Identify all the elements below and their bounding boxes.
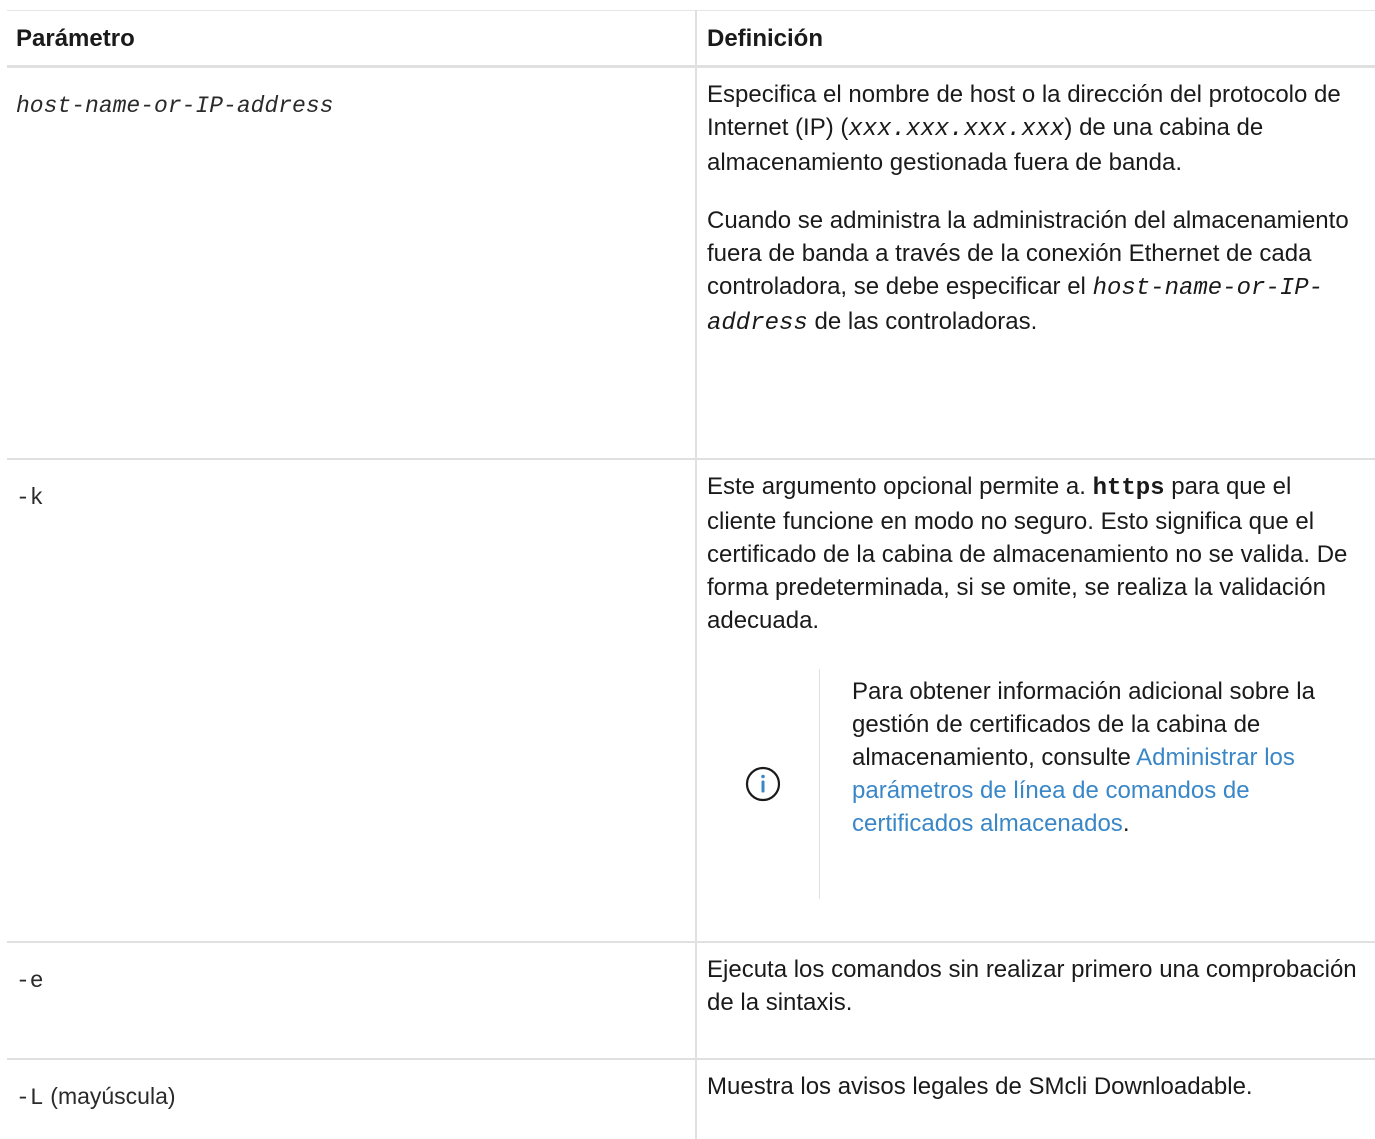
param-cell: -L (mayúscula): [7, 1059, 696, 1139]
note-divider: [819, 668, 820, 899]
inline-code: xxx.xxx.xxx.xxx: [848, 116, 1065, 143]
table-row: -e Ejecuta los comandos sin realizar pri…: [7, 941, 1375, 1060]
param-name: -e: [16, 967, 44, 994]
param-code: -L: [16, 1084, 44, 1111]
note-icon-container: [707, 669, 819, 899]
header-param: Parámetro: [7, 10, 696, 68]
definition-paragraph: Especifica el nombre de host o la direcc…: [707, 78, 1365, 179]
header-definition: Definición: [695, 10, 1375, 68]
note-end: .: [1122, 809, 1130, 837]
table-row: host-name-or-IP-address Especifica el no…: [7, 66, 1375, 460]
info-note: Para obtener información adicional sobre…: [707, 668, 1365, 899]
definition-cell: Muestra los avisos legales de SMcli Down…: [695, 1058, 1375, 1139]
param-cell: -e: [7, 941, 696, 1060]
definition-text: Este argumento opcional permite a.: [707, 472, 1086, 500]
inline-code: https: [1092, 474, 1165, 502]
note-text: Para obtener información adicional sobre…: [852, 669, 1322, 899]
definition-text: Muestra los avisos legales de SMcli Down…: [707, 1072, 1253, 1100]
param-suffix: (mayúscula): [50, 1082, 176, 1109]
table-header-row: Parámetro Definición: [7, 10, 1375, 68]
table-row: -L (mayúscula) Muestra los avisos legale…: [7, 1058, 1375, 1139]
param-cell: -k: [7, 458, 696, 943]
definition-cell: Ejecuta los comandos sin realizar primer…: [695, 941, 1375, 1060]
param-name: host-name-or-IP-address: [16, 93, 334, 119]
definition-cell: Especifica el nombre de host o la direcc…: [695, 66, 1375, 460]
info-circle-icon: [745, 766, 781, 801]
param-cell: host-name-or-IP-address: [7, 66, 696, 460]
parameter-table: Parámetro Definición host-name-or-IP-add…: [7, 10, 1375, 1139]
definition-text: Ejecuta los comandos sin realizar primer…: [707, 955, 1357, 1016]
definition-text: de las controladoras.: [814, 308, 1038, 335]
definition-cell: Este argumento opcional permite a. https…: [695, 458, 1375, 943]
definition-paragraph: Este argumento opcional permite a. https…: [707, 470, 1365, 637]
table-row: -k Este argumento opcional permite a. ht…: [7, 458, 1375, 943]
param-name: -k: [16, 484, 44, 511]
definition-paragraph: Cuando se administra la administración d…: [707, 204, 1365, 340]
